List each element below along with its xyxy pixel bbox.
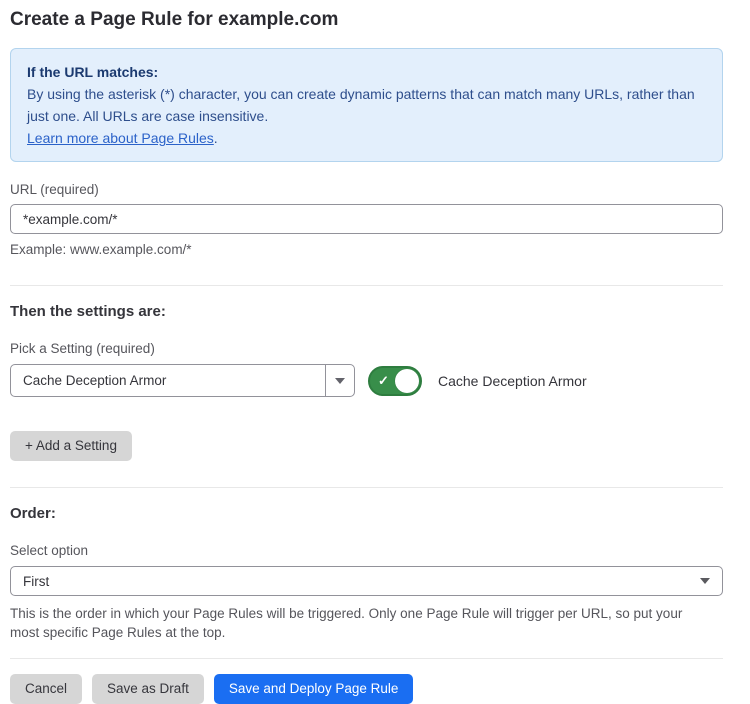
order-help-text: This is the order in which your Page Rul… (10, 604, 715, 642)
order-select-label: Select option (10, 543, 723, 559)
info-box-body: By using the asterisk (*) character, you… (27, 83, 706, 127)
page-rule-form: Create a Page Rule for example.com If th… (0, 0, 750, 704)
setting-toggle-label: Cache Deception Armor (438, 373, 587, 389)
info-box-heading: If the URL matches: (27, 61, 706, 83)
setting-select-arrow-button[interactable] (325, 365, 354, 396)
learn-more-link[interactable]: Learn more about Page Rules (27, 130, 214, 146)
order-select[interactable]: First (10, 566, 723, 596)
toggle-knob (395, 369, 419, 393)
order-section-heading: Order: (10, 505, 723, 523)
url-input[interactable] (10, 204, 723, 234)
order-select-value: First (23, 574, 700, 589)
url-field-label: URL (required) (10, 182, 723, 198)
link-suffix: . (214, 130, 218, 146)
check-icon: ✓ (378, 374, 389, 387)
divider (10, 487, 723, 488)
setting-row: Cache Deception Armor ✓ Cache Deception … (10, 364, 723, 397)
add-setting-button[interactable]: + Add a Setting (10, 431, 132, 461)
caret-down-icon (700, 578, 710, 584)
divider (10, 285, 723, 286)
page-title: Create a Page Rule for example.com (10, 8, 723, 32)
setting-toggle[interactable]: ✓ (368, 366, 422, 396)
setting-select[interactable]: Cache Deception Armor (10, 364, 355, 397)
url-example-text: Example: www.example.com/* (10, 241, 723, 259)
setting-select-value: Cache Deception Armor (11, 365, 325, 396)
info-box-link-line: Learn more about Page Rules. (27, 127, 706, 149)
settings-section-heading: Then the settings are: (10, 303, 723, 321)
url-match-info-box: If the URL matches: By using the asteris… (10, 48, 723, 162)
divider (10, 658, 723, 659)
setting-picker-label: Pick a Setting (required) (10, 341, 723, 357)
caret-down-icon (335, 378, 345, 384)
